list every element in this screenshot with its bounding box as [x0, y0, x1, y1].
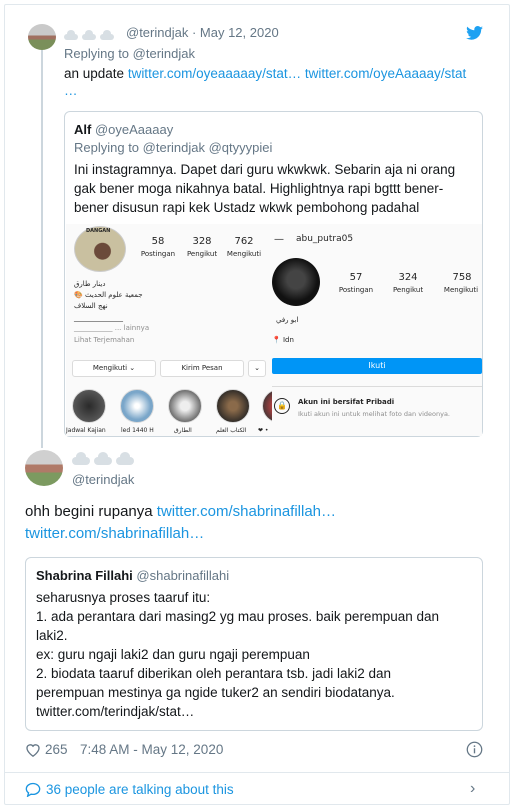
avatar[interactable]	[28, 24, 56, 50]
see-translation[interactable]: Lihat Terjemahan	[74, 336, 134, 344]
cloud-icon	[72, 452, 90, 465]
quote-text: seharusnya proses taaruf itu: 1. ada per…	[36, 590, 439, 719]
reply-header: @terindjak · May 12, 2020	[126, 25, 279, 40]
quote-text: Ini instagramnya. Dapet dari guru wkwkwk…	[74, 162, 456, 215]
quote-author-name[interactable]: Shabrina Fillahi	[36, 568, 133, 583]
following-label: Mengikuti	[443, 286, 479, 294]
posts-count: 58	[151, 236, 165, 247]
tweet-date[interactable]: May 12, 2020	[200, 25, 279, 40]
following-button[interactable]: Mengikuti ⌄	[72, 360, 156, 377]
cloud-icon	[82, 30, 96, 40]
more-button[interactable]: ⌄	[248, 360, 266, 377]
profile-username: abu_putra05	[296, 234, 354, 244]
handle[interactable]: @terindjak	[72, 472, 134, 487]
quote-replying-to: Replying to @terindjak @qtyyypiei	[74, 140, 273, 155]
highlight-circle[interactable]	[120, 389, 154, 423]
bio-line: ___________ ... lainnya	[74, 324, 150, 332]
cloud-icon	[64, 30, 78, 40]
divider	[4, 772, 510, 773]
followers-count: 324	[398, 272, 418, 283]
highlight-label: led 1440 H	[121, 427, 154, 434]
link[interactable]: twitter.com/shabrinafillah…	[157, 503, 336, 520]
bio-line: نهج السلاف	[74, 302, 108, 310]
highlight-circle[interactable]	[72, 389, 106, 423]
info-icon[interactable]	[466, 741, 483, 758]
quote-header: Alf @oyeAaaaay	[74, 122, 173, 137]
posts-label: Postingan	[338, 286, 374, 294]
cloud-icon	[100, 30, 114, 40]
heart-icon[interactable]	[25, 742, 41, 757]
link[interactable]: twitter.com/oyeaaaaay/stat…	[128, 66, 301, 81]
back-arrow-icon[interactable]: —	[274, 234, 284, 245]
bio-line: 📍 Idn	[272, 336, 294, 344]
highlight-label: الكتاب العلم	[216, 427, 247, 434]
thread-line	[41, 50, 43, 448]
followers-label: Pengikut	[392, 286, 424, 294]
quote-author-handle[interactable]: @oyeAaaaay	[95, 122, 173, 137]
highlight-label: Jadwal Kajian	[66, 427, 106, 434]
quote-header: Shabrina Fillahi @shabrinafillahi	[36, 568, 229, 583]
chevron-right-icon[interactable]: ›	[470, 780, 475, 798]
avatar[interactable]	[25, 450, 63, 486]
main-tweet-text: ohh begini rupanya twitter.com/shabrinaf…	[25, 503, 337, 520]
highlight-circle[interactable]	[262, 389, 272, 423]
followers-count: 328	[192, 236, 212, 247]
instagram-screenshot-right[interactable]: — abu_putra05 57 Postingan 324 Pengikut …	[272, 224, 482, 436]
username-clouds	[72, 452, 138, 470]
link-continuation[interactable]: …	[64, 83, 78, 98]
talking-about-link[interactable]: 36 people are talking about this	[46, 782, 234, 797]
comment-icon[interactable]	[25, 782, 41, 797]
link[interactable]: twitter.com/oyeAaaaay/stat	[305, 66, 466, 81]
twitter-bird-icon[interactable]	[466, 26, 483, 40]
bio-line: ابو رفي	[276, 316, 299, 324]
replying-handle[interactable]: @terindjak	[133, 46, 195, 61]
posts-count: 57	[349, 272, 363, 283]
following-label: Mengikuti	[226, 250, 262, 258]
highlight-circle[interactable]	[168, 389, 202, 423]
follow-button[interactable]: Ikuti	[272, 358, 482, 374]
reply-text: an update twitter.com/oyeaaaaay/stat… tw…	[64, 66, 467, 81]
replying-to: Replying to @terindjak	[64, 46, 195, 61]
replying-handles[interactable]: @terindjak @qtyyypiei	[143, 140, 273, 155]
username-clouds	[64, 27, 118, 45]
highlight-circle[interactable]	[216, 389, 250, 423]
divider	[272, 386, 482, 387]
tweet-timestamp[interactable]: 7:48 AM - May 12, 2020	[80, 742, 223, 757]
bio-line: 🎨 جمعية علوم الحديث	[74, 291, 143, 299]
quote-author-name[interactable]: Alf	[74, 122, 91, 137]
cloud-icon	[94, 452, 112, 465]
message-button[interactable]: Kirim Pesan	[160, 360, 244, 377]
profile-picture	[272, 258, 320, 306]
quote-author-handle[interactable]: @shabrinafillahi	[136, 568, 229, 583]
private-account-subtitle: Ikuti akun ini untuk melihat foto dan vi…	[298, 410, 450, 418]
highlight-label: ❤ •	[258, 427, 269, 434]
highlight-label: الطارق	[174, 427, 192, 434]
lock-icon: 🔒	[274, 398, 290, 414]
profile-banner-text: DANGAN	[86, 228, 111, 234]
following-count: 762	[234, 236, 254, 247]
like-count[interactable]: 265	[45, 742, 68, 757]
link[interactable]: twitter.com/shabrinafillah…	[25, 523, 204, 545]
handle[interactable]: @terindjak	[126, 25, 188, 40]
cloud-icon	[116, 452, 134, 465]
posts-label: Postingan	[140, 250, 176, 258]
instagram-screenshot-left[interactable]: DANGAN 58 Postingan 328 Pengikut 762 Men…	[66, 224, 272, 436]
private-account-title: Akun ini bersifat Pribadi	[298, 398, 395, 406]
bio-line: دينار طارق	[74, 280, 106, 288]
followers-label: Pengikut	[186, 250, 218, 258]
bio-line: ______________	[74, 314, 123, 322]
following-count: 758	[452, 272, 472, 283]
